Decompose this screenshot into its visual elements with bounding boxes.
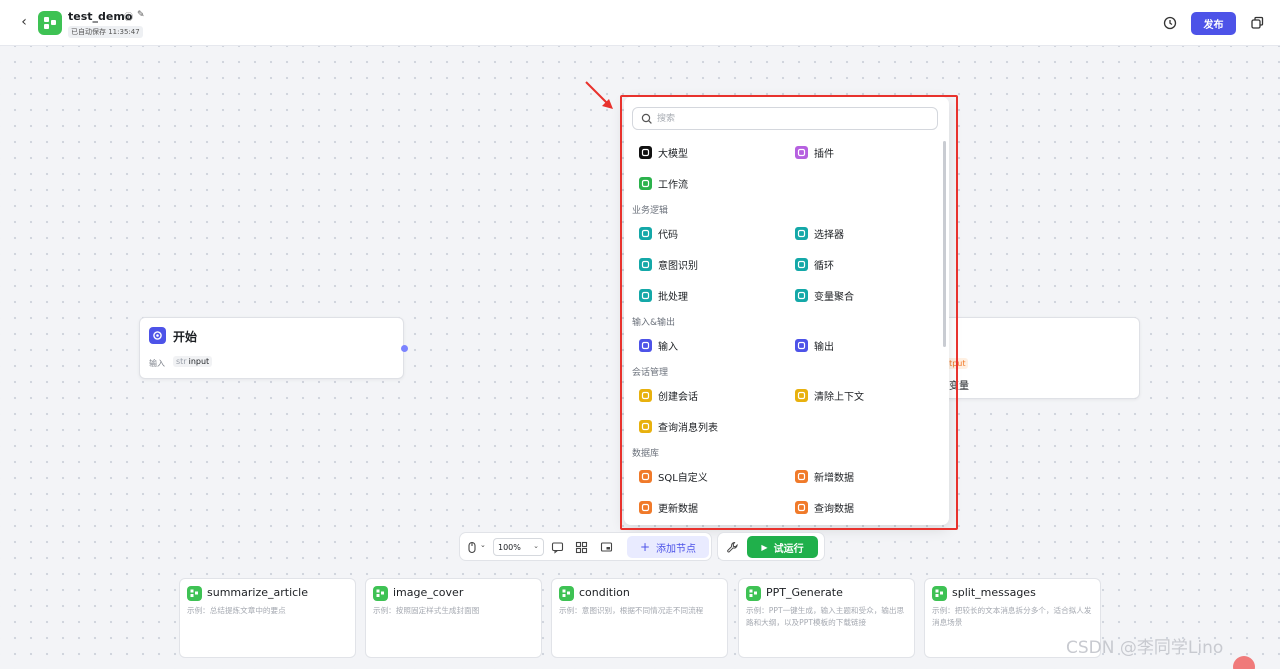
template-card[interactable]: image_cover 示例：按照固定样式生成封面图 (365, 578, 542, 658)
mouse-mode-icon[interactable] (466, 541, 479, 554)
template-title: image_cover (393, 586, 464, 599)
run-toolbar: ▶ 试运行 (717, 532, 825, 561)
edit-icon[interactable]: ✎ (137, 10, 145, 20)
template-description: 示例：总结提炼文章中的要点 (187, 606, 286, 615)
param-name: input (188, 357, 210, 366)
back-button[interactable]: ‹ (16, 14, 32, 30)
play-icon: ▶ (761, 542, 768, 552)
plus-icon: + (639, 540, 651, 554)
param-type: str (176, 357, 187, 366)
template-title: condition (579, 586, 630, 599)
workflow-icon (373, 586, 388, 601)
start-node-title: 开始 (173, 330, 198, 344)
chevron-down-icon[interactable]: ⌄ (480, 541, 486, 549)
workflow-icon (187, 586, 202, 601)
annotation-highlight-box (620, 95, 958, 530)
wrench-icon[interactable] (726, 541, 739, 554)
end-node[interactable]: utput 变量 (930, 317, 1140, 399)
template-card[interactable]: condition 示例：意图识别，根据不同情况走不同流程 (551, 578, 728, 658)
annotation-arrow (585, 81, 613, 109)
start-input-label: 输入 (149, 359, 165, 368)
start-node[interactable]: 开始 输入 str input (139, 317, 404, 379)
add-node-button[interactable]: + 添加节点 (627, 536, 709, 558)
template-card[interactable]: summarize_article 示例：总结提炼文章中的要点 (179, 578, 356, 658)
history-icon[interactable] (1162, 15, 1178, 31)
canvas-toolbar: ⌄ 100% ⌄ + 添加节点 (459, 532, 712, 561)
workflow-icon (746, 586, 761, 601)
comment-icon[interactable] (551, 541, 564, 554)
add-node-label: 添加节点 (656, 543, 697, 555)
workflow-icon (559, 586, 574, 601)
layout-icon[interactable] (575, 541, 588, 554)
zoom-value: 100% (498, 542, 521, 552)
start-icon (149, 327, 166, 344)
top-bar: ‹ test_demo ⓘ ✎ 已自动保存 11:35:47 发布 (0, 0, 1280, 46)
template-description: 示例：PPT一键生成，输入主题和受众，输出思路和大纲，以及PPT模板的下载链接 (746, 606, 905, 627)
template-description: 示例：意图识别，根据不同情况走不同流程 (559, 606, 704, 615)
zoom-chevron-icon: ⌄ (533, 542, 539, 550)
template-title: split_messages (952, 586, 1036, 599)
publish-button[interactable]: 发布 (1191, 12, 1236, 35)
template-card[interactable]: PPT_Generate 示例：PPT一键生成，输入主题和受众，输出思路和大纲，以… (738, 578, 915, 658)
zoom-select[interactable]: 100% ⌄ (493, 538, 544, 556)
start-input-param: str input (173, 356, 213, 367)
app-title: test_demo (68, 10, 133, 23)
copy-icon[interactable] (1249, 15, 1265, 31)
workflow-icon (932, 586, 947, 601)
template-description: 示例：按照固定样式生成封面图 (373, 606, 480, 615)
template-title: summarize_article (207, 586, 308, 599)
minimap-icon[interactable] (600, 541, 613, 554)
test-run-label: 试运行 (773, 543, 804, 555)
avatar[interactable] (1233, 656, 1255, 669)
template-description: 示例：把较长的文本消息拆分多个，适合拟人发消息场景 (932, 606, 1092, 627)
watermark: CSDN @李同学Lino (1066, 638, 1224, 658)
template-title: PPT_Generate (766, 586, 843, 599)
test-run-button[interactable]: ▶ 试运行 (747, 536, 818, 558)
workflow-app-icon (38, 11, 62, 35)
start-output-port[interactable] (401, 345, 408, 352)
info-icon[interactable]: ⓘ (124, 10, 133, 23)
save-status: 已自动保存 11:35:47 (68, 26, 143, 38)
